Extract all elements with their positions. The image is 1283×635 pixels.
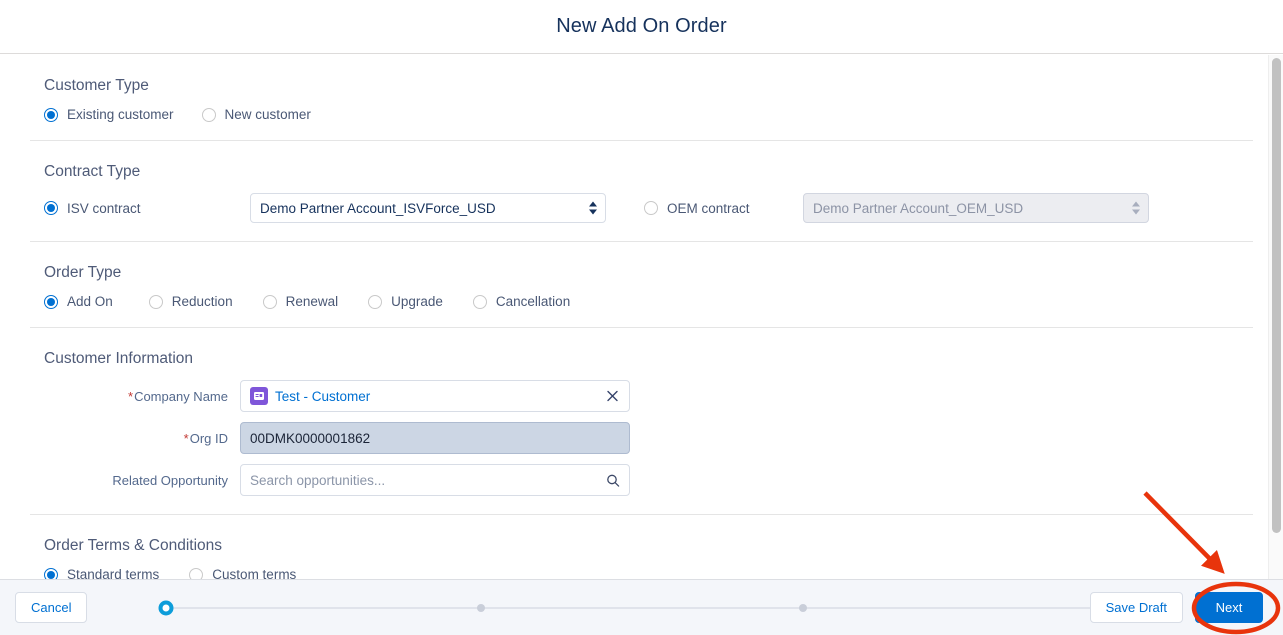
isv-contract-value: Demo Partner Account_ISVForce_USD: [260, 200, 496, 216]
radio-dot-icon: [472, 294, 487, 309]
close-icon[interactable]: [605, 389, 620, 404]
radio-custom-terms[interactable]: Custom terms: [189, 567, 296, 579]
radio-label: Add On: [67, 294, 113, 309]
progress-step-2[interactable]: [477, 603, 486, 612]
section-title-customer-information: Customer Information: [44, 350, 194, 367]
radio-existing-customer[interactable]: Existing customer: [44, 107, 174, 122]
radio-label: Cancellation: [495, 294, 571, 309]
progress-step-3[interactable]: [798, 603, 807, 612]
section-title-contract-type: Contract Type: [44, 163, 141, 180]
isv-contract-select[interactable]: Demo Partner Account_ISVForce_USD: [250, 193, 606, 223]
radio-reduction[interactable]: Reduction: [148, 294, 233, 309]
oem-contract-select[interactable]: Demo Partner Account_OEM_USD: [803, 193, 1149, 223]
radio-renewal[interactable]: Renewal: [262, 294, 339, 309]
section-order-type: Order Type Add On Reduction Renewal Upgr…: [30, 241, 1253, 327]
order-terms-radio-group: Standard terms Custom terms: [44, 567, 1253, 579]
org-id-input[interactable]: 00DMK0000001862: [240, 422, 630, 454]
radio-oem-contract[interactable]: OEM contract: [644, 201, 750, 216]
radio-label: Upgrade: [391, 294, 443, 309]
radio-label: Renewal: [285, 294, 339, 309]
customer-type-radio-group: Existing customer New customer: [44, 107, 1253, 122]
org-id-value: 00DMK0000001862: [250, 430, 371, 446]
cancel-button[interactable]: Cancel: [15, 592, 88, 623]
save-draft-button[interactable]: Save Draft: [1089, 592, 1183, 623]
company-name-label: *Company Name: [128, 388, 228, 404]
company-name-value: Test - Customer: [275, 388, 371, 404]
radio-dot-icon: [189, 567, 204, 579]
radio-dot-icon: [148, 294, 163, 309]
progress-step-1[interactable]: [158, 600, 174, 615]
section-title-order-terms: Order Terms & Conditions: [44, 537, 223, 554]
radio-label: Reduction: [171, 294, 233, 309]
next-button[interactable]: Next: [1195, 592, 1263, 623]
contract-type-row: ISV contract Demo Partner Account_ISVFor…: [44, 193, 1253, 223]
field-related-opportunity: Related Opportunity Search opportunities…: [30, 464, 1253, 496]
scrollbar-thumb[interactable]: [1272, 58, 1281, 533]
modal-footer: Cancel Save Draft Next: [0, 579, 1283, 635]
radio-cancellation[interactable]: Cancellation: [472, 294, 571, 309]
related-opportunity-input[interactable]: Search opportunities...: [240, 464, 630, 496]
search-icon[interactable]: [605, 473, 620, 488]
org-id-label: *Org ID: [183, 430, 228, 446]
page-title: New Add On Order: [556, 15, 727, 37]
radio-label: Existing customer: [67, 107, 174, 122]
radio-dot-icon: [644, 201, 658, 215]
radio-label: OEM contract: [667, 200, 750, 216]
required-asterisk: *: [183, 430, 189, 446]
radio-dot-icon: [201, 107, 216, 122]
modal-body: Customer Type Existing customer New cust…: [0, 55, 1283, 579]
section-customer-information: Customer Information *Company Name Test …: [30, 327, 1253, 514]
new-add-on-order-modal: New Add On Order Customer Type Existing …: [0, 0, 1283, 635]
radio-label: New customer: [224, 107, 311, 122]
stepper-arrows-icon: [589, 201, 597, 215]
field-company-name: *Company Name Test - Customer: [30, 380, 1253, 412]
radio-dot-selected-icon: [44, 294, 58, 309]
radio-dot-selected-icon: [44, 107, 58, 122]
company-name-input[interactable]: Test - Customer: [240, 380, 630, 412]
radio-label: Standard terms: [67, 567, 160, 579]
related-opportunity-label: Related Opportunity: [112, 472, 228, 488]
section-contract-type: Contract Type ISV contract Demo Partner …: [30, 140, 1253, 241]
radio-upgrade[interactable]: Upgrade: [368, 294, 443, 309]
related-opportunity-placeholder: Search opportunities...: [250, 472, 386, 488]
radio-standard-terms[interactable]: Standard terms: [44, 567, 159, 579]
radio-dot-icon: [262, 294, 277, 309]
progress-stepper: [158, 600, 1128, 615]
required-asterisk: *: [128, 388, 134, 404]
section-title-order-type: Order Type: [44, 264, 122, 281]
progress-track: [166, 606, 1122, 609]
radio-label: ISV contract: [67, 200, 141, 216]
radio-dot-selected-icon: [44, 201, 58, 215]
stepper-arrows-icon: [1132, 201, 1140, 215]
radio-isv-contract[interactable]: ISV contract: [44, 201, 141, 216]
section-title-customer-type: Customer Type: [44, 77, 149, 94]
radio-dot-selected-icon: [44, 567, 58, 579]
vertical-scrollbar[interactable]: [1268, 55, 1283, 579]
section-customer-type: Customer Type Existing customer New cust…: [30, 55, 1253, 140]
radio-add-on[interactable]: Add On: [44, 294, 113, 309]
radio-new-customer[interactable]: New customer: [201, 107, 311, 122]
radio-label: Custom terms: [212, 567, 297, 579]
account-icon: [250, 387, 268, 405]
order-type-radio-group: Add On Reduction Renewal Upgrade Cancell…: [44, 294, 1253, 309]
radio-dot-icon: [368, 294, 383, 309]
section-order-terms: Order Terms & Conditions Standard terms …: [30, 514, 1253, 579]
modal-header: New Add On Order: [0, 0, 1283, 54]
field-org-id: *Org ID 00DMK0000001862: [30, 422, 1253, 454]
oem-contract-value: Demo Partner Account_OEM_USD: [813, 200, 1024, 216]
